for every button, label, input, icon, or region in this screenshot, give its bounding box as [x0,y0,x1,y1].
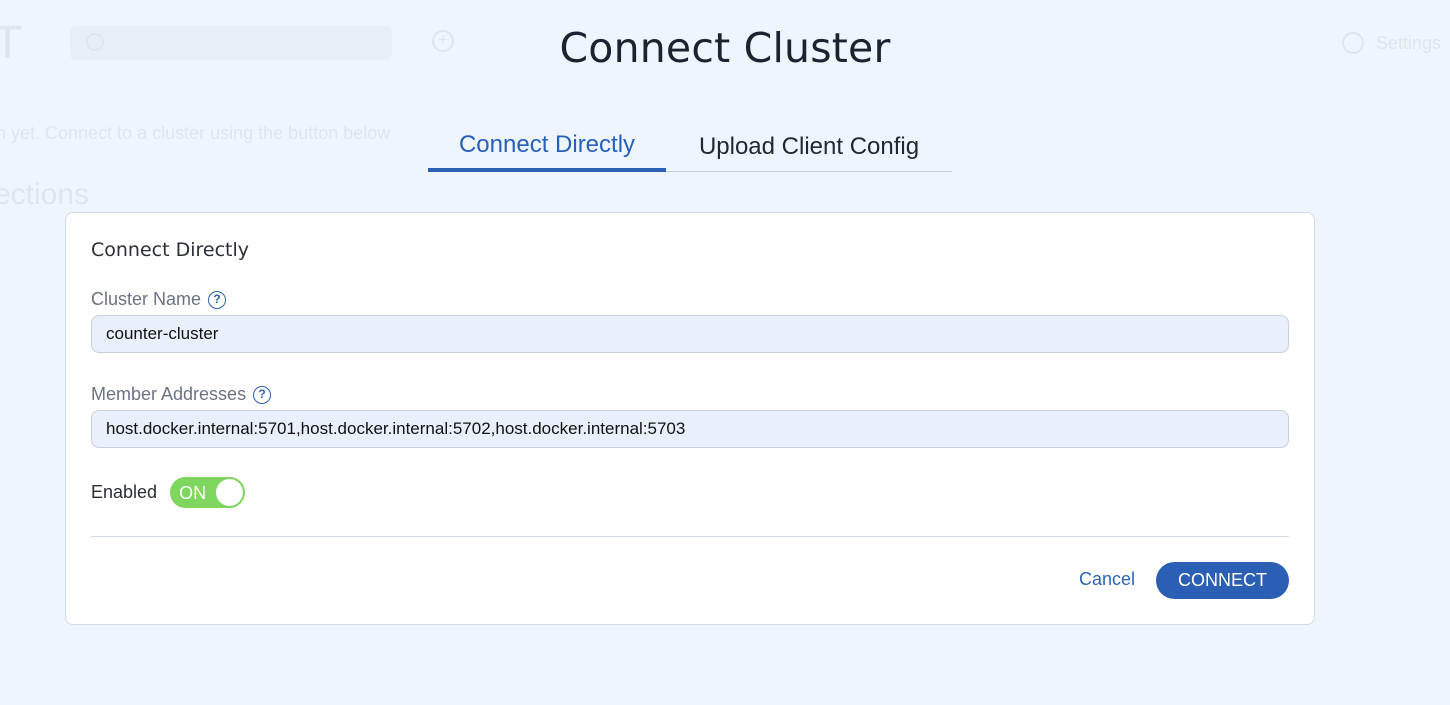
no-connections-message: n yet. Connect to a cluster using the bu… [0,123,391,143]
cluster-name-label-text: Cluster Name [91,289,202,309]
toggle-state-text: ON [179,483,207,503]
cluster-name-label: Cluster Name ? [91,289,227,310]
enabled-row: Enabled ON [91,477,246,508]
tab-connect-directly[interactable]: Connect Directly [428,122,666,172]
member-addresses-label-text: Member Addresses [91,384,247,404]
member-addresses-input[interactable] [91,410,1289,448]
help-icon[interactable]: ? [253,385,272,404]
connections-heading: ections [0,178,90,211]
modal-title: Connect Cluster [559,24,891,72]
connect-button[interactable]: CONNECT [1156,562,1289,599]
tab-upload-client-config[interactable]: Upload Client Config [666,122,952,172]
form-title: Connect Directly [91,239,250,261]
divider [91,536,1289,537]
enabled-label: Enabled [91,482,158,502]
enabled-toggle[interactable]: ON [170,477,246,508]
connect-form-card: Connect Directly Cluster Name ? Member A… [65,212,1315,625]
member-addresses-label: Member Addresses ? [91,384,272,405]
cluster-name-input[interactable] [91,315,1289,353]
toggle-knob [216,479,244,506]
help-icon[interactable]: ? [208,290,227,309]
cancel-button[interactable]: Cancel [1079,569,1135,590]
connect-tabs: Connect Directly Upload Client Config [428,122,952,172]
